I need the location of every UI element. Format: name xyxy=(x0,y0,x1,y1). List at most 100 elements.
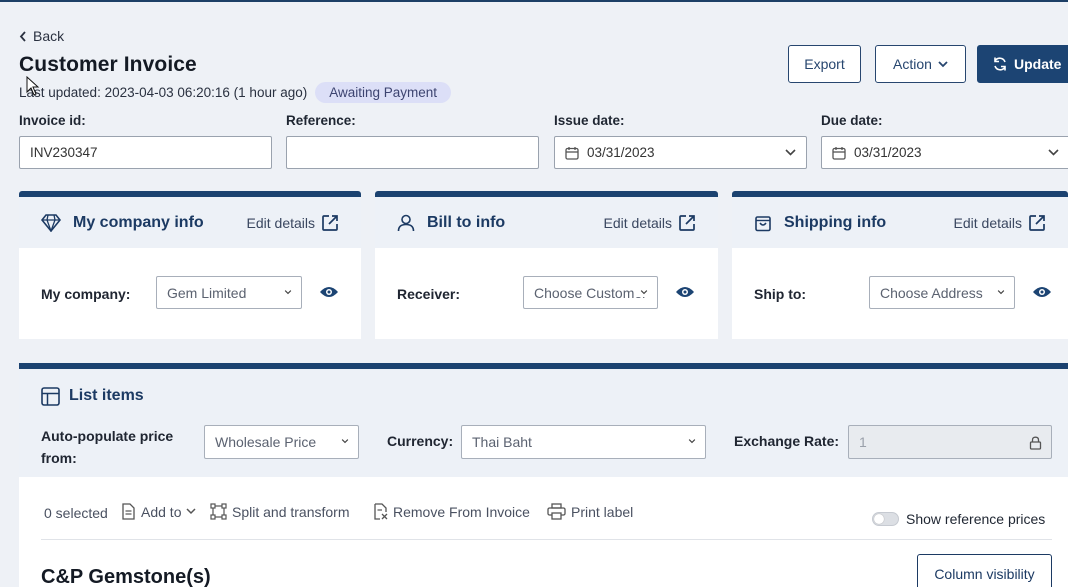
issue-date-picker[interactable]: 03/31/2023 xyxy=(554,136,807,169)
last-updated-row: Last updated: 2023-04-03 06:20:16 (1 hou… xyxy=(19,82,452,103)
my-company-select[interactable]: Gem Limited xyxy=(156,276,302,309)
calendar-icon xyxy=(832,146,846,160)
invoice-id-value: INV230347 xyxy=(30,145,98,160)
chevron-down-icon xyxy=(635,287,649,297)
action-button[interactable]: Action xyxy=(875,45,966,83)
chevron-down-icon xyxy=(992,287,1006,297)
status-badge: Awaiting Payment xyxy=(315,82,452,103)
auto-populate-select[interactable]: Wholesale Price xyxy=(204,425,359,459)
chevron-down-icon xyxy=(1048,149,1059,156)
shipping-info-header: Shipping info Edit details xyxy=(732,197,1068,248)
chevron-down-icon xyxy=(336,436,350,446)
exchange-rate-value: 1 xyxy=(859,434,867,450)
due-date-value: 03/31/2023 xyxy=(854,145,922,160)
edit-details-label: Edit details xyxy=(246,214,315,231)
bill-to-info-body: Receiver: Choose Customer xyxy=(375,248,718,339)
selected-count-text: 0 selected xyxy=(44,505,108,521)
my-company-label: My company: xyxy=(41,285,131,302)
shipping-info-card: Shipping info Edit details Ship to: Choo… xyxy=(732,191,1068,339)
add-to-button[interactable]: Add to xyxy=(121,503,197,520)
update-label: Update xyxy=(1014,56,1062,72)
transform-icon xyxy=(210,503,227,520)
eye-icon[interactable] xyxy=(675,285,695,299)
due-date-label: Due date: xyxy=(821,113,883,128)
chevron-down-icon xyxy=(938,60,948,67)
external-link-icon xyxy=(322,214,338,231)
chevron-down-icon xyxy=(683,436,697,446)
company-info-header: My company info Edit details xyxy=(19,197,361,248)
receiver-label: Receiver: xyxy=(397,285,461,302)
chevron-left-icon xyxy=(19,30,26,42)
list-items-section: List items Auto-populate price from: Who… xyxy=(19,363,1068,587)
selected-count: 0 selected xyxy=(44,505,108,521)
eye-icon[interactable] xyxy=(319,285,339,299)
company-edit-details-link[interactable]: Edit details xyxy=(247,214,339,232)
ship-to-label: Ship to: xyxy=(754,285,807,302)
print-label-text: Print label xyxy=(571,503,634,520)
external-link-icon xyxy=(679,214,695,231)
list-items-title: List items xyxy=(69,387,144,404)
bill-edit-details-link[interactable]: Edit details xyxy=(604,214,696,232)
group-title: C&P Gemstone(s) xyxy=(41,566,211,587)
update-button[interactable]: Update xyxy=(977,45,1068,83)
diamond-icon xyxy=(41,213,61,232)
split-transform-label: Split and transform xyxy=(232,503,350,520)
company-info-card: My company info Edit details My company:… xyxy=(19,191,361,339)
remove-from-invoice-label: Remove From Invoice xyxy=(393,503,530,520)
auto-populate-value: Wholesale Price xyxy=(215,434,317,450)
currency-select[interactable]: Thai Baht xyxy=(461,425,706,459)
mouse-cursor-icon xyxy=(26,76,40,96)
shipping-info-body: Ship to: Choose Address xyxy=(732,248,1068,339)
split-transform-button[interactable]: Split and transform xyxy=(210,503,350,520)
show-reference-prices-label: Show reference prices xyxy=(906,511,1046,527)
ship-edit-details-link[interactable]: Edit details xyxy=(954,214,1046,232)
company-info-body: My company: Gem Limited xyxy=(19,248,361,339)
reference-label: Reference: xyxy=(286,113,356,128)
last-updated-text: Last updated: 2023-04-03 06:20:16 (1 hou… xyxy=(19,85,308,100)
ship-to-select[interactable]: Choose Address xyxy=(869,276,1015,309)
receiver-value: Choose Customer xyxy=(534,284,647,301)
refresh-icon xyxy=(994,57,1006,71)
bill-to-info-title: Bill to info xyxy=(427,213,506,231)
show-reference-prices-toggle[interactable] xyxy=(872,512,899,526)
column-visibility-label: Column visibility xyxy=(934,566,1035,582)
invoice-id-label: Invoice id: xyxy=(19,113,86,128)
edit-details-label: Edit details xyxy=(603,214,672,231)
invoice-id-input[interactable]: INV230347 xyxy=(19,136,272,169)
my-company-value: Gem Limited xyxy=(167,284,247,301)
currency-label: Currency: xyxy=(387,433,454,449)
bill-to-info-card: Bill to info Edit details Receiver: Choo… xyxy=(375,191,718,339)
table-icon xyxy=(41,387,60,406)
external-link-icon xyxy=(1029,214,1045,231)
exchange-rate-label: Exchange Rate: xyxy=(734,433,840,449)
back-link[interactable]: Back xyxy=(19,28,64,44)
column-visibility-button[interactable]: Column visibility xyxy=(917,554,1052,587)
edit-details-label: Edit details xyxy=(953,214,1022,231)
exchange-rate-input[interactable]: 1 xyxy=(848,425,1052,459)
bill-to-info-header: Bill to info Edit details xyxy=(375,197,718,248)
due-date-picker[interactable]: 03/31/2023 xyxy=(821,136,1068,169)
chevron-down-icon xyxy=(279,287,293,297)
auto-populate-label: Auto-populate price from: xyxy=(41,428,174,466)
issue-date-label: Issue date: xyxy=(554,113,625,128)
print-label-button[interactable]: Print label xyxy=(547,503,633,520)
printer-icon xyxy=(547,503,566,520)
shipping-info-title: Shipping info xyxy=(784,213,887,231)
user-icon xyxy=(397,214,415,231)
document-icon xyxy=(122,503,135,520)
eye-icon[interactable] xyxy=(1032,285,1052,299)
receiver-select[interactable]: Choose Customer xyxy=(523,276,658,309)
ship-to-value: Choose Address xyxy=(880,284,983,301)
reference-input[interactable] xyxy=(286,136,539,169)
back-label: Back xyxy=(33,28,65,44)
calendar-icon xyxy=(565,146,579,160)
remove-from-invoice-button[interactable]: Remove From Invoice xyxy=(373,503,530,520)
add-to-label: Add to xyxy=(141,503,182,520)
export-button[interactable]: Export xyxy=(788,45,861,83)
action-label: Action xyxy=(893,56,932,72)
document-remove-icon xyxy=(374,503,388,520)
page-title: Customer Invoice xyxy=(19,53,197,76)
currency-value: Thai Baht xyxy=(472,434,532,450)
divider xyxy=(41,539,1052,540)
lock-icon xyxy=(1029,436,1042,450)
